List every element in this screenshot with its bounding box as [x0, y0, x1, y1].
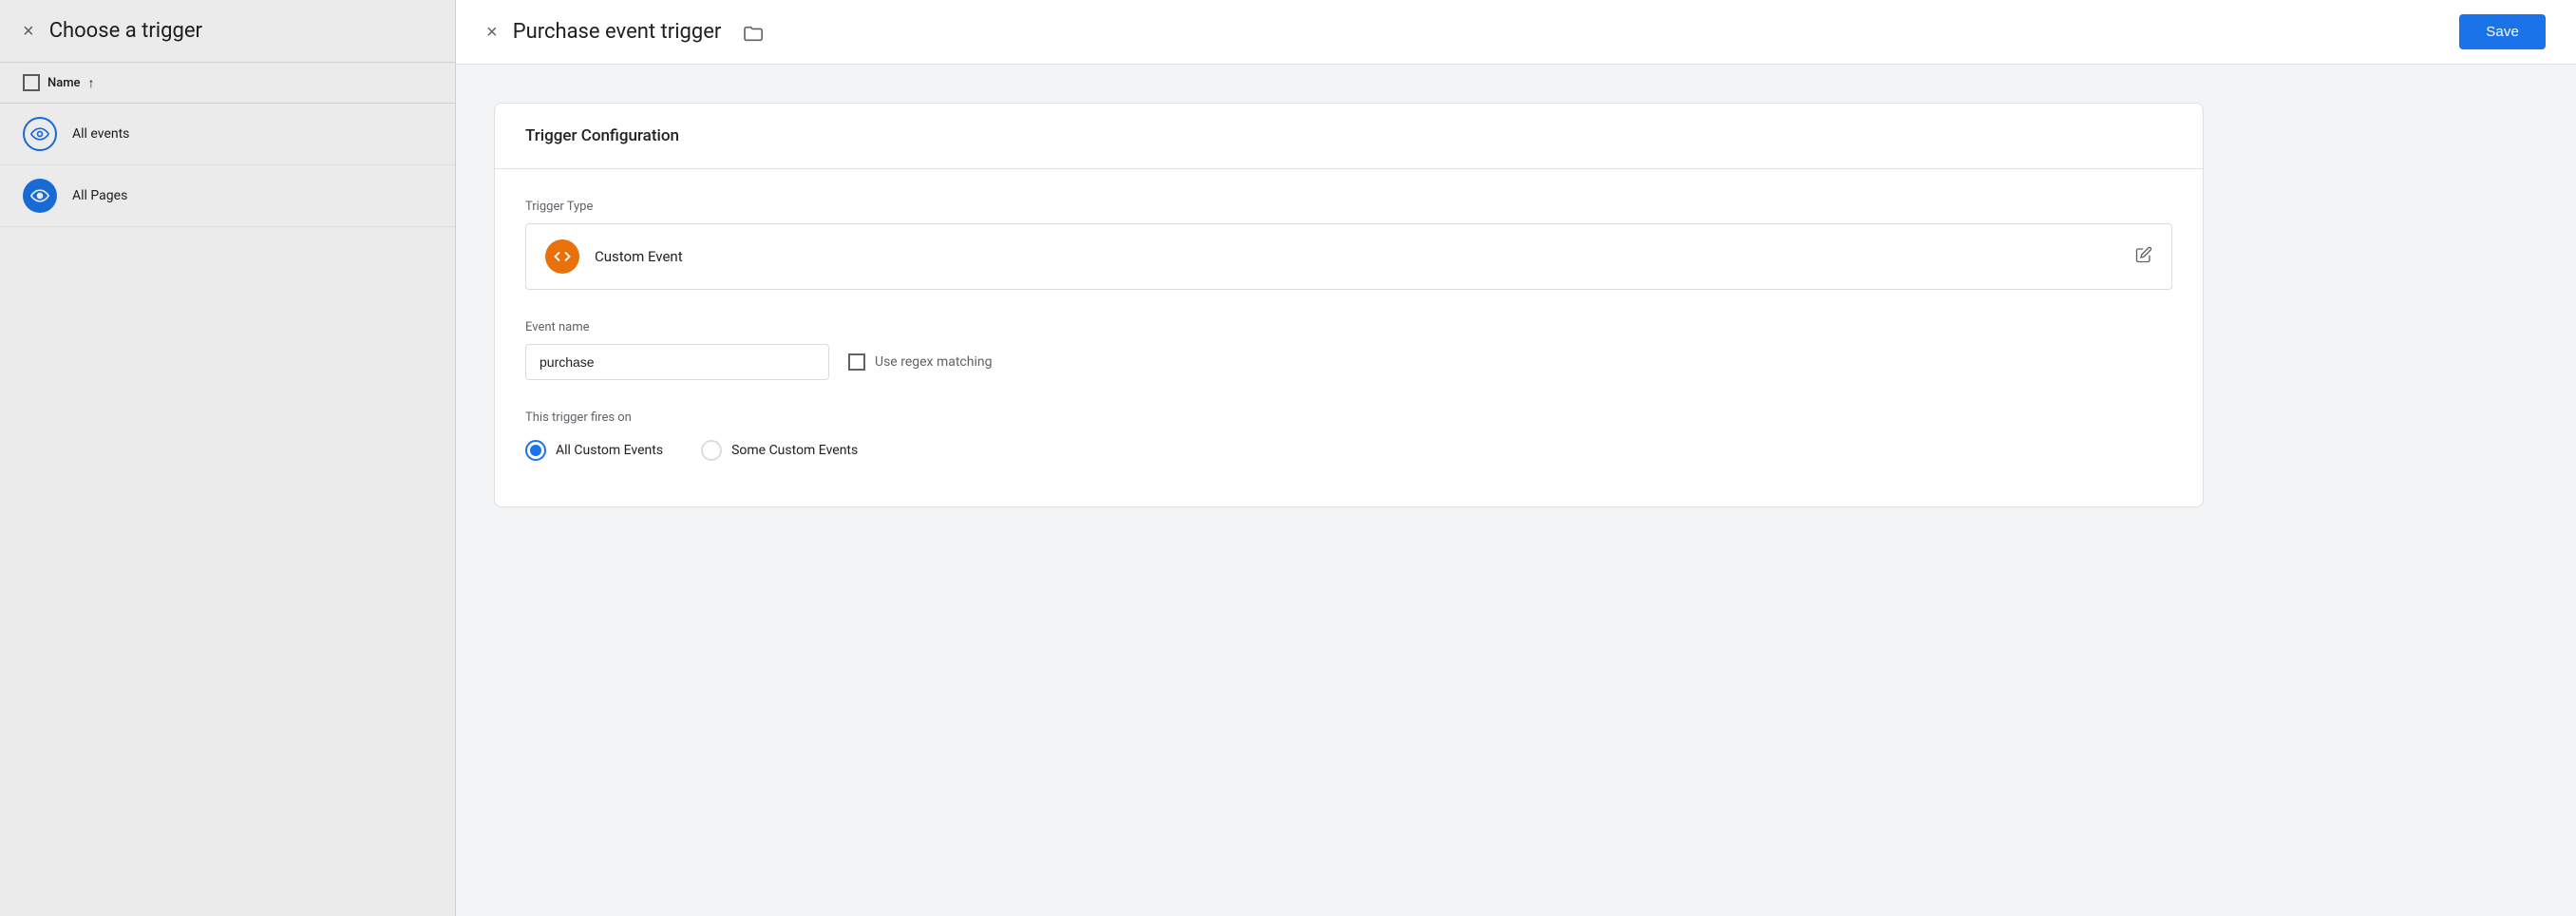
trigger-item-all-events[interactable]: All events	[0, 104, 455, 165]
trigger-item-all-pages[interactable]: All Pages	[0, 165, 455, 227]
custom-event-icon	[545, 239, 579, 274]
radio-some-outer	[701, 440, 722, 461]
radio-all-outer	[525, 440, 546, 461]
radio-group: All Custom Events Some Custom Events	[525, 440, 2172, 461]
trigger-type-label: Trigger Type	[525, 200, 2172, 214]
event-name-input[interactable]	[525, 344, 829, 380]
radio-some-custom-events[interactable]: Some Custom Events	[701, 440, 858, 461]
right-panel-close-button[interactable]: ×	[486, 23, 498, 42]
event-name-section: Event name Use regex matching	[525, 320, 2172, 380]
sort-arrow-icon: ↑	[88, 75, 95, 91]
trigger-configuration-card: Trigger Configuration Trigger Type Custo…	[494, 103, 2204, 507]
left-panel-header: × Choose a trigger	[0, 0, 455, 63]
main-area: × Purchase event trigger Save Trigger Co…	[456, 0, 2576, 916]
code-icon	[554, 248, 571, 265]
right-panel-header: × Purchase event trigger Save	[456, 0, 2576, 65]
radio-all-inner	[530, 445, 541, 456]
sort-label: Name	[47, 76, 81, 90]
fires-on-label: This trigger fires on	[525, 410, 2172, 425]
content-area: Trigger Configuration Trigger Type Custo…	[456, 65, 2576, 916]
left-panel-title: Choose a trigger	[49, 19, 202, 43]
left-panel-subheader: Name ↑	[0, 63, 455, 104]
all-pages-icon	[23, 179, 57, 213]
regex-label-text: Use regex matching	[875, 354, 992, 370]
radio-all-label: All Custom Events	[556, 443, 663, 458]
left-panel-close-button[interactable]: ×	[23, 22, 34, 41]
right-panel-title: Purchase event trigger	[513, 20, 2445, 44]
all-events-label: All events	[72, 126, 129, 142]
trigger-type-name: Custom Event	[595, 248, 2152, 265]
event-name-row: Use regex matching	[525, 344, 2172, 380]
config-card-title: Trigger Configuration	[525, 126, 679, 145]
trigger-type-box[interactable]: Custom Event	[525, 223, 2172, 290]
event-name-label: Event name	[525, 320, 2172, 334]
choose-trigger-panel: × Choose a trigger Name ↑ All events All…	[0, 0, 456, 916]
radio-all-custom-events[interactable]: All Custom Events	[525, 440, 663, 461]
all-pages-label: All Pages	[72, 188, 127, 203]
save-button[interactable]: Save	[2459, 14, 2546, 49]
eye-outline-icon	[30, 124, 49, 143]
edit-icon[interactable]	[2135, 246, 2152, 268]
all-events-icon	[23, 117, 57, 151]
trigger-type-section: Trigger Type Custom Event	[525, 200, 2172, 290]
regex-checkbox[interactable]	[848, 353, 865, 371]
config-card-body: Trigger Type Custom Event	[495, 169, 2203, 506]
eye-filled-icon	[30, 186, 49, 205]
fires-on-section: This trigger fires on All Custom Events …	[525, 410, 2172, 461]
sort-checkbox[interactable]	[23, 74, 40, 91]
regex-matching-label[interactable]: Use regex matching	[848, 353, 992, 371]
config-card-header: Trigger Configuration	[495, 104, 2203, 169]
folder-icon[interactable]	[734, 23, 765, 43]
pencil-icon	[2135, 246, 2152, 263]
radio-some-label: Some Custom Events	[731, 443, 858, 458]
